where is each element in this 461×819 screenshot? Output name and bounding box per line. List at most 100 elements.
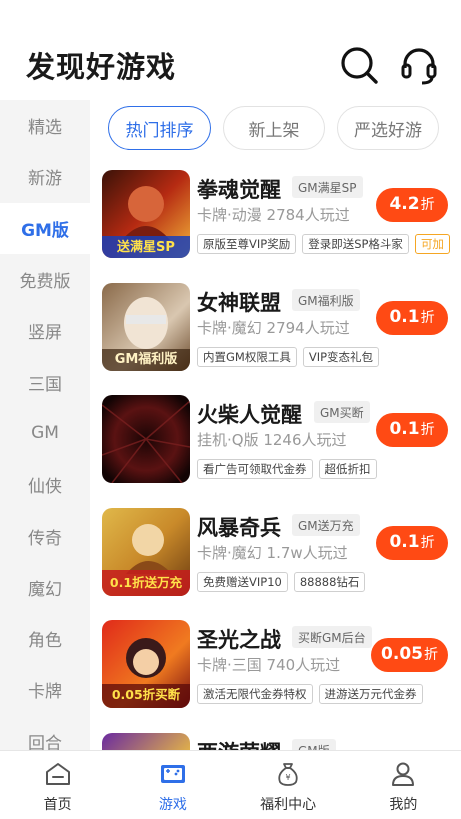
feature-badge: 内置GM权限工具 (197, 347, 297, 367)
game-name: 西游荣耀 (197, 737, 281, 750)
game-tag: GM满星SP (292, 176, 363, 198)
category-sidebar: 精选 新游 GM版 免费版 竖屏 三国 GM 仙侠 传奇 魔幻 角色 卡牌 回合 (0, 100, 90, 750)
tab-new-release[interactable]: 新上架 (223, 106, 325, 150)
discount-unit: 折 (424, 647, 438, 663)
feature-badge: 可加 (414, 234, 450, 254)
feature-badge: VIP变态礼包 (302, 347, 380, 367)
nav-games[interactable]: 游戏 (115, 751, 230, 819)
sidebar-item-fantasy[interactable]: 魔幻 (0, 562, 90, 613)
game-thumbnail: 0.1折送万充 (102, 508, 190, 596)
feature-badge: 原版至尊VIP奖励 (197, 234, 297, 254)
game-thumbnail: 0.05折买断 (102, 620, 190, 708)
thumbnail-caption: 送满星SP (117, 240, 175, 255)
game-meta: 卡牌·魔幻 1.7w人玩过 (197, 544, 348, 562)
game-badges: 看广告可领取代金券 超低折扣 (197, 459, 377, 479)
sidebar-item-turn-based[interactable]: 回合 (0, 716, 90, 750)
feature-badge: 88888钻石 (293, 572, 366, 592)
game-item[interactable]: 0.1折送万充 风暴奇兵 GM送万充 卡牌·魔幻 1.7w人玩过 免费赠送VIP… (102, 508, 461, 608)
game-item[interactable]: 送满星SP 拳魂觉醒 GM满星SP 卡牌·动漫 2784人玩过 原版至尊VIP奖… (102, 170, 461, 270)
sidebar-item-portrait[interactable]: 竖屏 (0, 305, 90, 356)
game-tag: GM福利版 (292, 289, 360, 311)
search-icon[interactable] (338, 44, 380, 86)
svg-text:¥: ¥ (286, 773, 291, 782)
game-thumbnail: GM福利版 (102, 283, 190, 371)
feature-badge: 看广告可领取代金券 (197, 459, 313, 479)
nav-profile-label: 我的 (389, 797, 418, 813)
home-icon (45, 763, 70, 785)
game-name: 火柴人觉醒 (197, 403, 302, 427)
discount-value: 0.05 (381, 644, 423, 664)
game-item[interactable]: 0.05折买断 圣光之战 买断GM后台 卡牌·三国 740人玩过 激活无限代金券… (102, 620, 461, 720)
bottom-navigation: 首页 游戏 ¥ 福利中心 我的 (0, 750, 461, 819)
nav-home[interactable]: 首页 (0, 751, 115, 819)
sidebar-item-rpg[interactable]: 角色 (0, 613, 90, 664)
discount-value: 0.1 (389, 419, 420, 439)
feature-badge: 激活无限代金券特权 (197, 684, 313, 704)
sort-tabs: 热门排序 新上架 严选好游 (108, 106, 439, 150)
game-tag: GM版 (292, 739, 336, 750)
nav-welfare-label: 福利中心 (260, 797, 317, 813)
game-thumbnail (102, 733, 190, 750)
nav-welfare[interactable]: ¥ 福利中心 (231, 751, 346, 819)
sidebar-item-three-kingdoms[interactable]: 三国 (0, 356, 90, 407)
game-meta: 卡牌·三国 740人玩过 (197, 656, 341, 674)
page-title: 发现好游戏 (26, 50, 177, 84)
discount-value: 0.1 (389, 532, 420, 552)
discount-value: 0.1 (389, 307, 420, 327)
game-thumbnail: 送满星SP (102, 170, 190, 258)
game-name: 圣光之战 (197, 628, 281, 652)
game-meta: 卡牌·魔幻 2794人玩过 (197, 319, 350, 337)
discount-badge[interactable]: 0.1 折 (376, 526, 448, 560)
nav-home-label: 首页 (43, 797, 72, 813)
user-icon (392, 762, 415, 786)
header: 发现好游戏 (0, 0, 461, 100)
sidebar-item-free[interactable]: 免费版 (0, 254, 90, 305)
sidebar-item-xianxia[interactable]: 仙侠 (0, 459, 90, 510)
game-meta: 卡牌·动漫 2784人玩过 (197, 206, 350, 224)
game-item[interactable]: 火柴人觉醒 GM买断 挂机·Q版 1246人玩过 看广告可领取代金券 超低折扣 … (102, 395, 461, 495)
thumbnail-caption: GM福利版 (114, 352, 178, 367)
game-tag: GM送万充 (292, 514, 360, 536)
thumbnail-caption: 0.1折送万充 (109, 575, 183, 590)
headset-icon[interactable] (398, 44, 440, 86)
game-item[interactable]: GM福利版 女神联盟 GM福利版 卡牌·魔幻 2794人玩过 内置GM权限工具 … (102, 283, 461, 383)
discount-unit: 折 (420, 422, 435, 438)
game-name: 拳魂觉醒 (197, 178, 281, 202)
feature-badge: 免费赠送VIP10 (197, 572, 288, 592)
game-name: 风暴奇兵 (197, 516, 281, 540)
nav-games-label: 游戏 (158, 797, 187, 813)
game-item[interactable]: 西游荣耀 GM版 (102, 733, 461, 750)
feature-badge: 登录即送SP格斗家 (302, 234, 409, 254)
sidebar-item-legend[interactable]: 传奇 (0, 510, 90, 561)
gamepad-icon (160, 765, 185, 783)
discount-unit: 折 (420, 197, 435, 213)
money-bag-icon: ¥ (278, 763, 298, 786)
discount-value: 4.2 (389, 194, 420, 214)
game-name: 女神联盟 (197, 291, 281, 315)
game-tag: 买断GM后台 (292, 626, 372, 648)
sidebar-item-featured[interactable]: 精选 (0, 100, 90, 151)
game-badges: 原版至尊VIP奖励 登录即送SP格斗家 可加 (197, 234, 450, 254)
nav-profile[interactable]: 我的 (346, 751, 461, 819)
sidebar-item-gm-version[interactable]: GM版 (0, 202, 90, 254)
feature-badge: 超低折扣 (318, 459, 377, 479)
game-badges: 免费赠送VIP10 88888钻石 (197, 572, 366, 592)
game-list-panel: 热门排序 新上架 严选好游 送满星SP 拳魂觉醒 GM满星SP 卡牌·动漫 27… (90, 100, 461, 750)
discount-unit: 折 (420, 310, 435, 326)
thumbnail-caption: 0.05折买断 (111, 687, 181, 702)
tab-hot-sort[interactable]: 热门排序 (108, 106, 211, 150)
discount-badge[interactable]: 0.1 折 (376, 413, 448, 447)
sidebar-item-new[interactable]: 新游 (0, 151, 90, 202)
discount-badge[interactable]: 4.2 折 (376, 188, 448, 222)
feature-badge: 进游送万元代金券 (318, 684, 423, 704)
discount-badge[interactable]: 0.05 折 (371, 638, 448, 672)
discount-badge[interactable]: 0.1 折 (376, 301, 448, 335)
game-badges: 内置GM权限工具 VIP变态礼包 (197, 347, 380, 367)
game-tag: GM买断 (314, 401, 370, 423)
sidebar-item-gm[interactable]: GM (0, 408, 90, 459)
game-badges: 激活无限代金券特权 进游送万元代金券 (197, 684, 423, 704)
tab-curated[interactable]: 严选好游 (337, 106, 439, 150)
sidebar-item-card[interactable]: 卡牌 (0, 664, 90, 715)
game-thumbnail (102, 395, 190, 483)
game-meta: 挂机·Q版 1246人玩过 (197, 431, 347, 449)
